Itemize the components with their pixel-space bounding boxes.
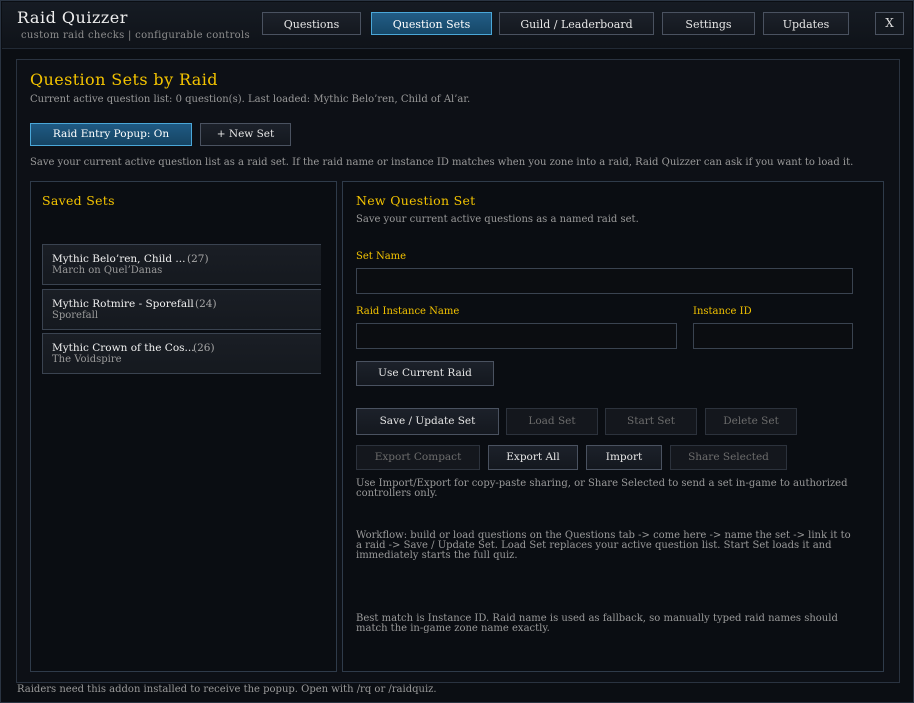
set-name: Mythic Rotmire - Sporefall [52,298,194,310]
active-list-status: Current active question list: 0 question… [30,94,471,105]
tab-guild-leaderboard[interactable]: Guild / Leaderboard [499,12,654,35]
instance-id-label: Instance ID [693,306,752,317]
editor-title: New Question Set [356,193,476,208]
raid-instance-name-label: Raid Instance Name [356,306,460,317]
saved-sets-panel: Saved Sets Mythic Belo’ren, Child ... (2… [30,181,337,672]
export-compact-button[interactable]: Export Compact [356,445,480,470]
app-subtitle: custom raid checks | configurable contro… [21,30,250,41]
main-window: Raid Quizzer custom raid checks | config… [0,0,914,703]
set-question-count: (24) [195,298,217,310]
set-name-label: Set Name [356,251,407,262]
title-bar[interactable]: Raid Quizzer custom raid checks | config… [2,2,912,49]
export-all-button[interactable]: Export All [488,445,578,470]
set-name: Mythic Belo’ren, Child ... [52,253,186,265]
use-current-raid-button[interactable]: Use Current Raid [356,361,494,386]
raid-entry-popup-toggle[interactable]: Raid Entry Popup: On [30,123,192,146]
tab-settings[interactable]: Settings [662,12,755,35]
tab-questions[interactable]: Questions [262,12,361,35]
new-set-button[interactable]: + New Set [200,123,291,146]
page-title: Question Sets by Raid [30,70,218,89]
saved-set-item[interactable]: Mythic Crown of the Cos... (26) The Void… [42,333,321,374]
set-name: Mythic Crown of the Cos... [52,342,195,354]
question-sets-page: Question Sets by Raid Current active que… [16,59,900,683]
saved-set-item[interactable]: Mythic Rotmire - Sporefall (24) Sporefal… [42,289,321,330]
sharing-note: Use Import/Export for copy-paste sharing… [356,478,848,499]
tab-question-sets[interactable]: Question Sets [371,12,492,35]
delete-set-button[interactable]: Delete Set [705,408,797,435]
save-update-set-button[interactable]: Save / Update Set [356,408,499,435]
app-title: Raid Quizzer [17,8,128,27]
set-question-count: (26) [193,342,215,354]
set-raid-name: March on Quel’Danas [52,265,163,276]
match-note: Best match is Instance ID. Raid name is … [356,613,838,634]
tab-updates[interactable]: Updates [763,12,849,35]
set-raid-name: Sporefall [52,310,99,321]
help-text: Save your current active question list a… [30,157,854,168]
set-raid-name: The Voidspire [52,354,122,365]
share-selected-button[interactable]: Share Selected [670,445,787,470]
set-name-field[interactable] [356,268,853,294]
close-button[interactable]: X [875,12,904,35]
set-question-count: (27) [187,253,209,265]
saved-sets-title: Saved Sets [42,193,115,208]
start-set-button[interactable]: Start Set [605,408,697,435]
saved-set-item[interactable]: Mythic Belo’ren, Child ... (27) March on… [42,244,321,285]
workflow-note: Workflow: build or load questions on the… [356,530,851,561]
set-editor-panel: New Question Set Save your current activ… [342,181,884,672]
import-button[interactable]: Import [586,445,662,470]
raid-instance-name-field[interactable] [356,323,677,349]
editor-subtitle: Save your current active questions as a … [356,214,639,225]
footer-hint: Raiders need this addon installed to rec… [17,684,437,695]
load-set-button[interactable]: Load Set [506,408,598,435]
instance-id-field[interactable] [693,323,853,349]
